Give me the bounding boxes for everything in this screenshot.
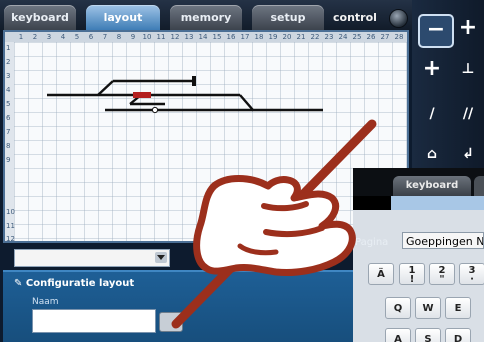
hand-stylus-icon: [171, 119, 377, 329]
screen: keyboard layout memory setup control 1 2…: [0, 0, 484, 342]
